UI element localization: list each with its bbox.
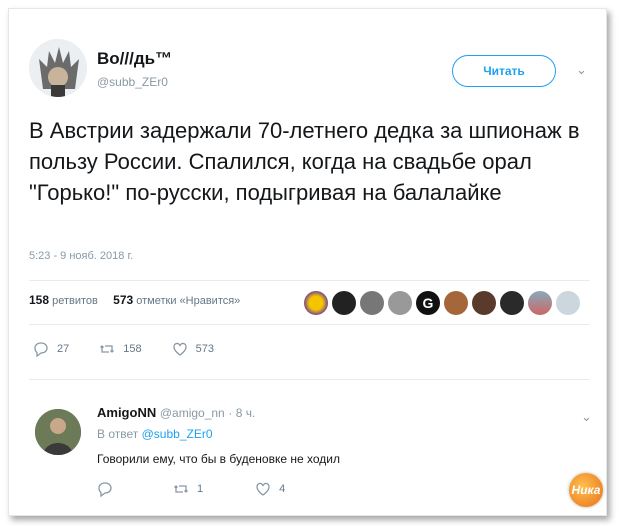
reply-age[interactable]: · 8 ч. xyxy=(228,406,255,420)
retweet-icon xyxy=(174,485,188,493)
reply-action[interactable]: 27 xyxy=(33,341,69,357)
tweet-stats: 158 ретвитов 573 отметки «Нравится» xyxy=(29,293,240,307)
liker-avatar[interactable]: G xyxy=(416,291,440,315)
reply-icon xyxy=(98,482,112,497)
heart-icon xyxy=(256,482,270,496)
liker-avatar[interactable] xyxy=(304,291,328,315)
retweet-count: 1 xyxy=(197,483,204,495)
retweets-label: ретвитов xyxy=(52,295,98,307)
in-reply-to: В ответ @subb_ZEr0 xyxy=(97,427,213,441)
retweet-action[interactable]: 1 xyxy=(173,481,203,497)
reply-action[interactable] xyxy=(97,481,121,497)
heart-icon xyxy=(172,342,187,356)
liker-avatar[interactable] xyxy=(556,291,580,315)
divider xyxy=(29,324,590,325)
in-reply-label: В ответ xyxy=(97,427,139,441)
like-count: 4 xyxy=(279,483,286,495)
divider xyxy=(29,280,590,281)
author-avatar[interactable] xyxy=(29,39,87,97)
liker-avatar[interactable] xyxy=(528,291,552,315)
tweet-timestamp[interactable]: 5:23 - 9 нояб. 2018 г. xyxy=(29,250,133,262)
like-count: 573 xyxy=(195,343,214,355)
author-name[interactable]: Во///дь™ xyxy=(97,49,172,69)
reply-text: Говорили ему, что бы в буденовке не ходи… xyxy=(97,452,340,466)
likes-label: отметки «Нравится» xyxy=(136,295,241,307)
chevron-down-icon[interactable]: ⌄ xyxy=(576,62,587,78)
reply-author-handle[interactable]: @amigo_nn xyxy=(160,406,225,420)
reply-actions: 1 4 xyxy=(97,481,315,497)
retweet-action[interactable]: 158 xyxy=(99,341,142,357)
reply-count: 27 xyxy=(57,343,70,355)
retweet-icon xyxy=(100,345,115,353)
reply-author-name[interactable]: AmigoNN xyxy=(97,405,156,420)
liker-avatar[interactable] xyxy=(332,291,356,315)
liker-avatar[interactable] xyxy=(388,291,412,315)
liker-avatar[interactable] xyxy=(472,291,496,315)
tweet-actions: 27 158 573 xyxy=(33,341,244,357)
liker-avatar[interactable] xyxy=(500,291,524,315)
reply-icon xyxy=(34,342,48,357)
like-action[interactable]: 573 xyxy=(172,341,214,357)
liker-avatar[interactable] xyxy=(360,291,384,315)
liker-avatar[interactable] xyxy=(444,291,468,315)
retweets-count[interactable]: 158 xyxy=(29,293,49,307)
like-action[interactable]: 4 xyxy=(255,481,285,497)
author-handle[interactable]: @subb_ZEr0 xyxy=(97,75,168,89)
reply-author-avatar[interactable] xyxy=(35,409,81,455)
divider xyxy=(29,379,590,380)
chevron-down-icon[interactable]: ⌄ xyxy=(581,409,592,425)
retweet-count: 158 xyxy=(123,343,142,355)
watermark-logo: Ника xyxy=(569,473,603,507)
in-reply-handle-link[interactable]: @subb_ZEr0 xyxy=(142,427,213,441)
follow-button[interactable]: Читать xyxy=(452,55,556,87)
reply-author[interactable]: AmigoNN @amigo_nn · 8 ч. xyxy=(97,405,255,420)
tweet-text: В Австрии задержали 70-летнего дедка за … xyxy=(29,118,580,205)
liker-avatars: G xyxy=(304,291,580,315)
tweet-card: Во///дь™ @subb_ZEr0 Читать ⌄ В Австрии з… xyxy=(8,8,607,516)
likes-count[interactable]: 573 xyxy=(113,293,133,307)
